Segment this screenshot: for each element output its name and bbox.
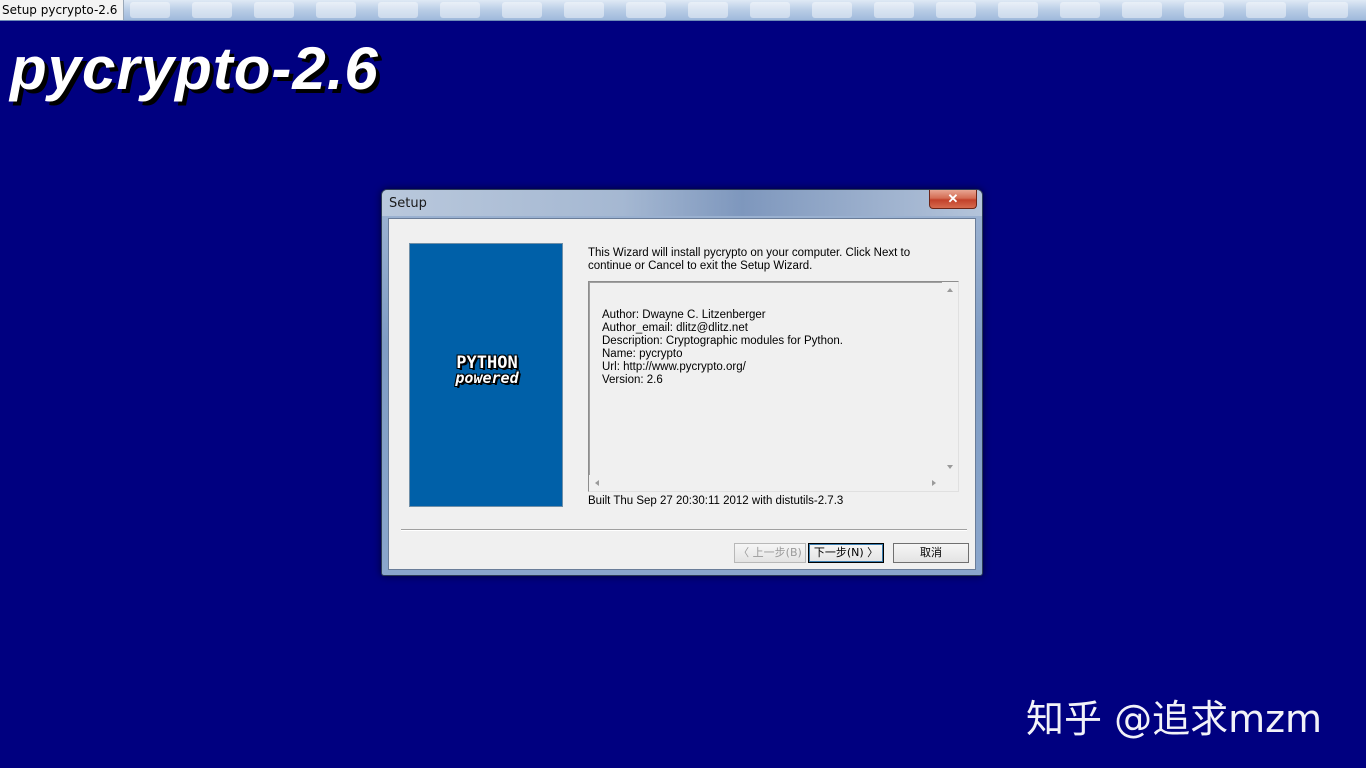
- installer-title: pycrypto-2.6: [10, 35, 379, 102]
- close-icon: ✕: [947, 191, 959, 206]
- package-info-lines: Author: Dwayne C. Litzenberger Author_em…: [602, 309, 843, 387]
- taskbar-app-icon[interactable]: [316, 2, 356, 18]
- taskbar-icons: [130, 2, 1366, 18]
- info-line-version: Version: 2.6: [602, 374, 663, 386]
- intro-text: This Wizard will install pycrypto on you…: [588, 247, 911, 272]
- setup-dialog: Setup ✕ PYTHON powered This Wizard will …: [381, 189, 983, 576]
- dialog-title: Setup: [389, 196, 427, 211]
- scrollbar-corner: [942, 475, 958, 491]
- package-info-box[interactable]: Author: Dwayne C. Litzenberger Author_em…: [588, 281, 959, 492]
- taskbar-app-icon[interactable]: [874, 2, 914, 18]
- taskbar-app-icon[interactable]: [750, 2, 790, 18]
- button-separator: [401, 529, 967, 531]
- scroll-up-arrow-icon[interactable]: [947, 288, 953, 292]
- side-banner: PYTHON powered: [409, 243, 563, 507]
- dialog-body: PYTHON powered This Wizard will install …: [388, 218, 976, 570]
- info-line-author-email: Author_email: dlitz@dlitz.net: [602, 322, 748, 334]
- vertical-scrollbar[interactable]: [942, 282, 958, 475]
- taskbar-app-icon[interactable]: [130, 2, 170, 18]
- taskbar: Setup pycrypto-2.6: [0, 0, 1366, 21]
- python-powered-logo: PYTHON powered: [444, 355, 530, 387]
- taskbar-app-icon[interactable]: [502, 2, 542, 18]
- scroll-right-arrow-icon[interactable]: [932, 480, 936, 486]
- logo-line-2: powered: [455, 369, 519, 387]
- horizontal-scrollbar[interactable]: [589, 475, 942, 491]
- taskbar-app-icon[interactable]: [1184, 2, 1224, 18]
- taskbar-app-icon[interactable]: [1060, 2, 1100, 18]
- dialog-titlebar[interactable]: Setup ✕: [382, 190, 982, 216]
- scroll-down-arrow-icon[interactable]: [947, 465, 953, 469]
- cancel-button[interactable]: 取消: [893, 543, 969, 563]
- taskbar-app-icon[interactable]: [378, 2, 418, 18]
- back-button[interactable]: 〈 上一步(B): [734, 543, 806, 563]
- taskbar-app-icon[interactable]: [192, 2, 232, 18]
- taskbar-app-icon[interactable]: [626, 2, 666, 18]
- taskbar-app-icon[interactable]: [564, 2, 604, 18]
- taskbar-app-icon[interactable]: [1308, 2, 1348, 18]
- taskbar-window-title[interactable]: Setup pycrypto-2.6: [0, 0, 125, 20]
- close-button[interactable]: ✕: [929, 190, 977, 209]
- info-line-url: Url: http://www.pycrypto.org/: [602, 361, 746, 373]
- info-line-description: Description: Cryptographic modules for P…: [602, 335, 843, 347]
- taskbar-app-icon[interactable]: [1246, 2, 1286, 18]
- taskbar-app-icon[interactable]: [688, 2, 728, 18]
- taskbar-app-icon[interactable]: [998, 2, 1038, 18]
- build-info-text: Built Thu Sep 27 20:30:11 2012 with dist…: [588, 495, 844, 507]
- info-line-name: Name: pycrypto: [602, 348, 683, 360]
- next-button[interactable]: 下一步(N) 〉: [808, 543, 884, 563]
- taskbar-app-icon[interactable]: [440, 2, 480, 18]
- info-line-author: Author: Dwayne C. Litzenberger: [602, 309, 766, 321]
- zhihu-watermark: 知乎 @追求mzm: [1026, 697, 1323, 741]
- taskbar-app-icon[interactable]: [936, 2, 976, 18]
- taskbar-app-icon[interactable]: [1122, 2, 1162, 18]
- taskbar-app-icon[interactable]: [254, 2, 294, 18]
- scroll-left-arrow-icon[interactable]: [595, 480, 599, 486]
- taskbar-app-icon[interactable]: [812, 2, 852, 18]
